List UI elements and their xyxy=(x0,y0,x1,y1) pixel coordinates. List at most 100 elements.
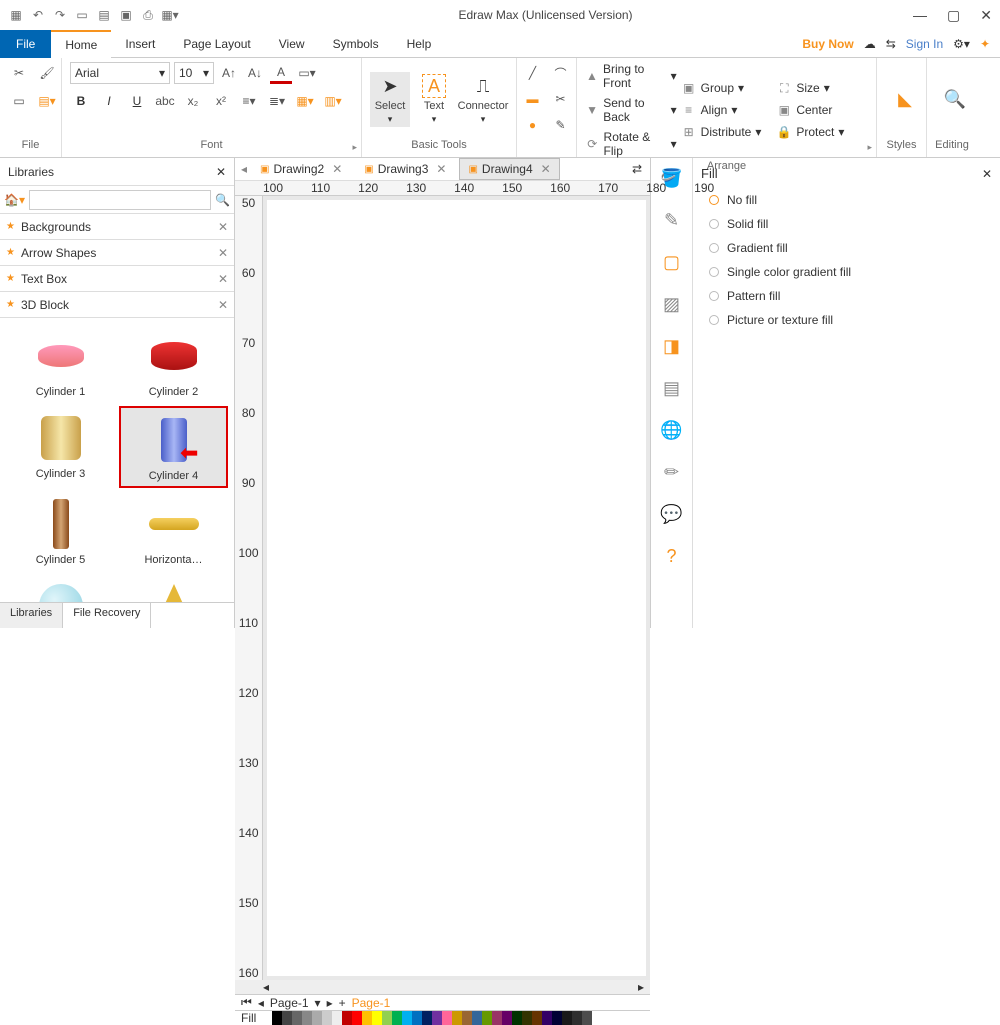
library-category[interactable]: ★Text Box✕ xyxy=(0,266,234,292)
color-swatch[interactable] xyxy=(322,1011,332,1025)
fill-option[interactable]: No fill xyxy=(709,193,984,207)
redo-icon[interactable]: ↷ xyxy=(52,7,68,23)
color-swatch[interactable] xyxy=(352,1011,362,1025)
web-icon[interactable]: 🌐 xyxy=(658,416,686,444)
group-button[interactable]: ▣Group▾ xyxy=(681,80,773,96)
color-swatch[interactable] xyxy=(492,1011,502,1025)
italic-button[interactable]: I xyxy=(98,90,120,112)
connector-tool[interactable]: ⎍Connector▾ xyxy=(458,72,508,127)
page-prev-icon[interactable]: ◂ xyxy=(258,996,264,1010)
library-search-input[interactable] xyxy=(29,190,211,210)
shape-cylinder-1[interactable]: Cylinder 1 xyxy=(6,324,115,402)
color-swatch[interactable] xyxy=(272,1011,282,1025)
underline-button[interactable]: U xyxy=(126,90,148,112)
color-swatch[interactable] xyxy=(542,1011,552,1025)
line-style-icon[interactable]: ✎ xyxy=(658,206,686,234)
rect-tool-icon[interactable]: ▬ xyxy=(522,88,544,110)
bring-to-front-button[interactable]: ▲Bring to Front▾ xyxy=(585,62,677,90)
fill-option[interactable]: Solid fill xyxy=(709,217,984,231)
doc-close-icon[interactable]: ✕ xyxy=(332,162,342,176)
home-icon[interactable]: 🏠▾ xyxy=(4,193,25,207)
paste-icon[interactable]: ▤▾ xyxy=(36,90,58,112)
shadow-icon[interactable]: ◨ xyxy=(658,332,686,360)
color-swatch[interactable] xyxy=(512,1011,522,1025)
color-swatch[interactable] xyxy=(402,1011,412,1025)
font-dialog-launcher[interactable]: ▸ xyxy=(352,142,357,153)
page-name[interactable]: Page-1 xyxy=(270,996,309,1010)
tab-home[interactable]: Home xyxy=(51,30,111,58)
arrange-dialog-launcher[interactable]: ▸ xyxy=(867,142,872,153)
color-swatch[interactable] xyxy=(372,1011,382,1025)
tab-symbols[interactable]: Symbols xyxy=(319,30,393,58)
fill-option[interactable]: Gradient fill xyxy=(709,241,984,255)
rotate-flip-button[interactable]: ⟳Rotate & Flip▾ xyxy=(585,130,677,158)
fill-option[interactable]: Pattern fill xyxy=(709,289,984,303)
color-swatch[interactable] xyxy=(422,1011,432,1025)
print-icon[interactable]: ⎙ xyxy=(140,7,156,23)
scroll-right-icon[interactable]: ▸ xyxy=(638,980,644,994)
bullets-button[interactable]: ≡▾ xyxy=(238,90,260,112)
color-swatch[interactable] xyxy=(342,1011,352,1025)
category-close-icon[interactable]: ✕ xyxy=(218,298,228,312)
shape-cylinder-2[interactable]: Cylinder 2 xyxy=(119,324,228,402)
text-tool[interactable]: AText▾ xyxy=(414,72,454,127)
align-v-button[interactable]: ▥▾ xyxy=(322,90,344,112)
bold-button[interactable]: B xyxy=(70,90,92,112)
ellipse-tool-icon[interactable]: ● xyxy=(522,114,544,136)
color-swatch[interactable] xyxy=(262,1011,272,1025)
color-swatch[interactable] xyxy=(362,1011,372,1025)
color-swatch[interactable] xyxy=(452,1011,462,1025)
sign-in-link[interactable]: Sign In xyxy=(906,37,943,51)
color-swatch[interactable] xyxy=(552,1011,562,1025)
category-close-icon[interactable]: ✕ xyxy=(218,246,228,260)
shape-cylinder-3[interactable]: Cylinder 3 xyxy=(6,406,115,488)
left-tab-file-recovery[interactable]: File Recovery xyxy=(63,603,151,628)
help-icon[interactable]: ? xyxy=(658,542,686,570)
editing-button[interactable]: 🔍 xyxy=(935,86,975,114)
color-swatch[interactable] xyxy=(432,1011,442,1025)
color-swatch[interactable] xyxy=(502,1011,512,1025)
color-swatch[interactable] xyxy=(302,1011,312,1025)
fill-option[interactable]: Single color gradient fill xyxy=(709,265,984,279)
select-tool[interactable]: ➤Select▾ xyxy=(370,72,410,127)
align-button[interactable]: ≡Align▾ xyxy=(681,102,773,118)
gear-icon[interactable]: ⚙▾ xyxy=(953,37,970,51)
edit-icon[interactable]: ✏ xyxy=(658,458,686,486)
share-icon[interactable]: ⇆ xyxy=(886,37,896,51)
fill-option[interactable]: Picture or texture fill xyxy=(709,313,984,327)
distribute-button[interactable]: ⊞Distribute▾ xyxy=(681,124,773,140)
font-family-select[interactable]: Arial▾ xyxy=(70,62,170,84)
color-swatch[interactable] xyxy=(462,1011,472,1025)
shape-cylinder-5[interactable]: Cylinder 5 xyxy=(6,492,115,570)
font-size-select[interactable]: 10▾ xyxy=(174,62,214,84)
doc-tab[interactable]: ▣Drawing3✕ xyxy=(355,158,455,180)
shrink-font-icon[interactable]: A↓ xyxy=(244,62,266,84)
color-swatch[interactable] xyxy=(392,1011,402,1025)
tab-insert[interactable]: Insert xyxy=(111,30,169,58)
doc-tab[interactable]: ▣Drawing2✕ xyxy=(251,158,351,180)
page-first-icon[interactable]: ⏮ xyxy=(241,995,252,1010)
color-swatch[interactable] xyxy=(282,1011,292,1025)
strike-button[interactable]: abc xyxy=(154,90,176,112)
send-to-back-button[interactable]: ▼Send to Back▾ xyxy=(585,96,677,124)
library-category[interactable]: ★Arrow Shapes✕ xyxy=(0,240,234,266)
shape-horizonta-[interactable]: Horizonta… xyxy=(119,492,228,570)
protect-button[interactable]: 🔒Protect▾ xyxy=(776,124,868,140)
arc-tool-icon[interactable]: ⌒ xyxy=(550,62,572,84)
tab-nav-icon[interactable]: ⇄ xyxy=(632,162,642,176)
center-button[interactable]: ▣Center xyxy=(776,102,868,118)
color-swatch[interactable] xyxy=(382,1011,392,1025)
grow-font-icon[interactable]: A↑ xyxy=(218,62,240,84)
color-swatch[interactable] xyxy=(562,1011,572,1025)
left-tab-libraries[interactable]: Libraries xyxy=(0,603,63,628)
search-icon[interactable]: 🔍 xyxy=(215,193,230,207)
color-swatch[interactable] xyxy=(572,1011,582,1025)
styles-button[interactable]: ◣ xyxy=(885,86,925,114)
highlight-icon[interactable]: ▭▾ xyxy=(296,62,318,84)
tab-help[interactable]: Help xyxy=(393,30,446,58)
undo-icon[interactable]: ↶ xyxy=(30,7,46,23)
close-button[interactable]: ✕ xyxy=(980,7,992,24)
options-icon[interactable]: ▦▾ xyxy=(162,7,178,23)
tabs-arrow-left[interactable]: ◂ xyxy=(241,162,247,176)
doc-close-icon[interactable]: ✕ xyxy=(436,162,446,176)
